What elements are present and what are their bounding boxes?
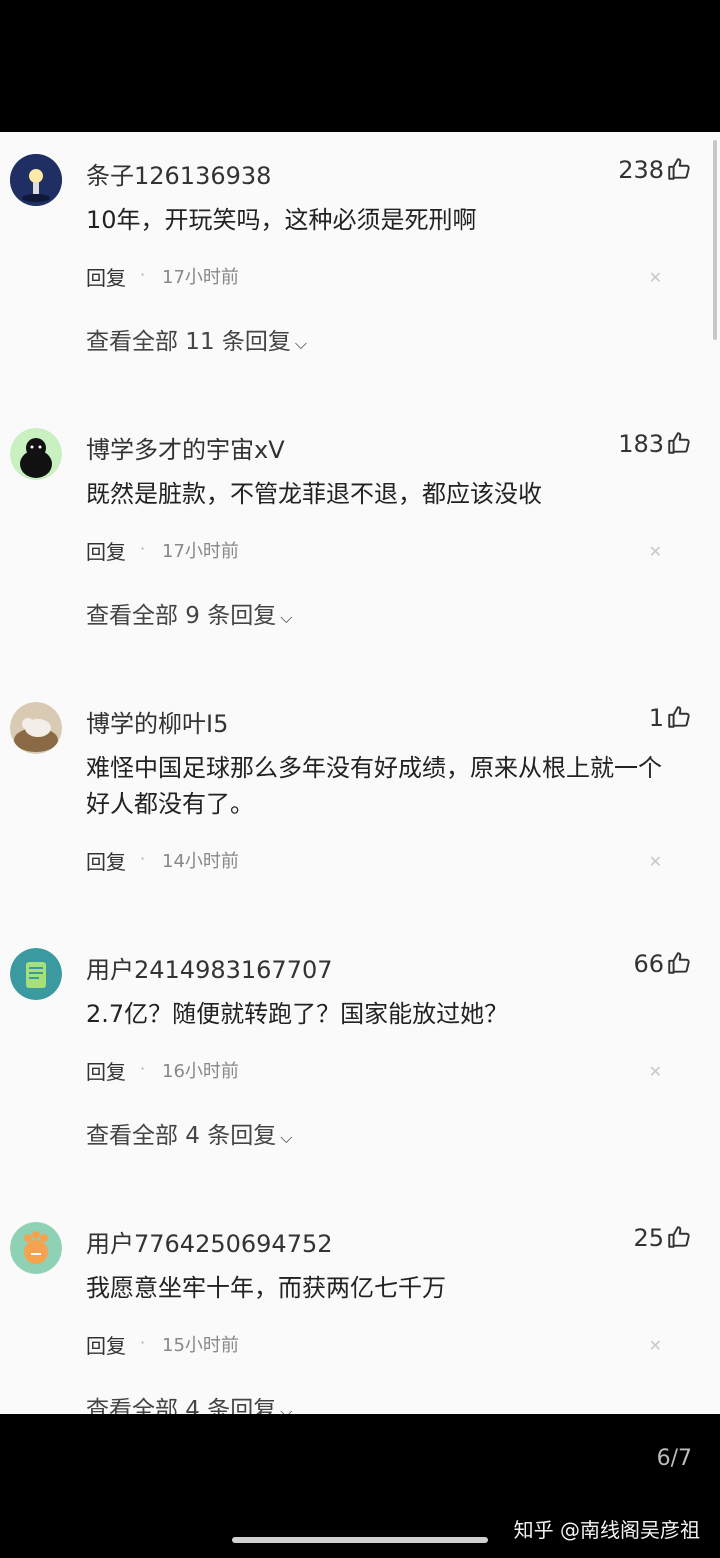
thumbs-up-icon[interactable]	[666, 156, 692, 182]
thumbs-up-icon[interactable]	[666, 430, 692, 456]
reply-button[interactable]: 回复	[86, 1056, 126, 1085]
separator-dot: ·	[140, 539, 146, 558]
separator-dot: ·	[140, 265, 146, 284]
timestamp: 17小时前	[162, 267, 239, 288]
username[interactable]: 博学多才的宇宙xV	[86, 430, 285, 465]
close-icon[interactable]: ✕	[649, 268, 662, 287]
like-count: 183	[618, 430, 664, 458]
view-all-replies-button[interactable]: 查看全部 11 条回复 ⌵	[86, 322, 307, 356]
scrollbar[interactable]	[713, 140, 717, 340]
timestamp: 16小时前	[162, 1061, 239, 1082]
username[interactable]: 用户2414983167707	[86, 950, 333, 985]
page-indicator: 6/7	[656, 1446, 692, 1471]
comment-text: 我愿意坐牢十年，而获两亿七千万	[86, 1274, 446, 1302]
close-icon[interactable]: ✕	[649, 1062, 662, 1081]
timestamp: 17小时前	[162, 541, 239, 562]
comment-text: 既然是脏款，不管龙菲退不退，都应该没收	[86, 480, 542, 508]
close-icon[interactable]: ✕	[649, 1336, 662, 1355]
thumbs-up-icon[interactable]	[666, 1224, 692, 1250]
view-all-label: 查看全部 9 条回复	[86, 603, 277, 629]
view-all-label: 查看全部 4 条回复	[86, 1397, 277, 1414]
username[interactable]: 博学的柳叶I5	[86, 704, 228, 739]
reply-button[interactable]: 回复	[86, 846, 126, 875]
user-avatar[interactable]	[10, 1222, 62, 1274]
comment-panel: 条子126136938 238 10年，开玩笑吗，这种必须是死刑啊 回复 · 1…	[0, 132, 720, 1414]
view-all-replies-button[interactable]: 查看全部 4 条回复 ⌵	[86, 1390, 292, 1414]
view-all-label: 查看全部 11 条回复	[86, 329, 291, 355]
username[interactable]: 用户7764250694752	[86, 1224, 333, 1259]
comment-text: 10年，开玩笑吗，这种必须是死刑啊	[86, 206, 477, 234]
separator-dot: ·	[140, 1333, 146, 1352]
timestamp: 15小时前	[162, 1335, 239, 1356]
like-count: 25	[633, 1224, 664, 1252]
comment-text: 2.7亿？随便就转跑了？国家能放过她？	[86, 1000, 509, 1028]
thumbs-up-icon[interactable]	[666, 704, 692, 730]
reply-button[interactable]: 回复	[86, 1330, 126, 1359]
user-avatar[interactable]	[10, 428, 62, 480]
timestamp: 14小时前	[162, 851, 239, 872]
chevron-down-icon: ⌵	[294, 334, 308, 353]
separator-dot: ·	[140, 1059, 146, 1078]
view-all-replies-button[interactable]: 查看全部 4 条回复 ⌵	[86, 1116, 292, 1150]
home-indicator[interactable]	[232, 1537, 488, 1543]
chevron-down-icon: ⌵	[280, 1128, 293, 1147]
chevron-down-icon: ⌵	[280, 1402, 293, 1414]
reply-button[interactable]: 回复	[86, 536, 126, 565]
chevron-down-icon: ⌵	[280, 608, 293, 627]
like-count: 238	[618, 156, 664, 184]
watermark: 知乎 @南线阁吴彦祖	[513, 1518, 700, 1542]
reply-button[interactable]: 回复	[86, 262, 126, 291]
thumbs-up-icon[interactable]	[666, 950, 692, 976]
comment-text: 难怪中国足球那么多年没有好成绩，原来从根上就一个好人都没有了。	[86, 754, 662, 818]
close-icon[interactable]: ✕	[649, 542, 662, 561]
user-avatar[interactable]	[10, 154, 62, 206]
user-avatar[interactable]	[10, 948, 62, 1000]
like-count: 66	[633, 950, 664, 978]
view-all-label: 查看全部 4 条回复	[86, 1123, 277, 1149]
separator-dot: ·	[140, 849, 146, 868]
username[interactable]: 条子126136938	[86, 156, 271, 191]
like-count: 1	[648, 704, 664, 732]
view-all-replies-button[interactable]: 查看全部 9 条回复 ⌵	[86, 596, 292, 630]
close-icon[interactable]: ✕	[649, 852, 662, 871]
user-avatar[interactable]	[10, 702, 62, 754]
